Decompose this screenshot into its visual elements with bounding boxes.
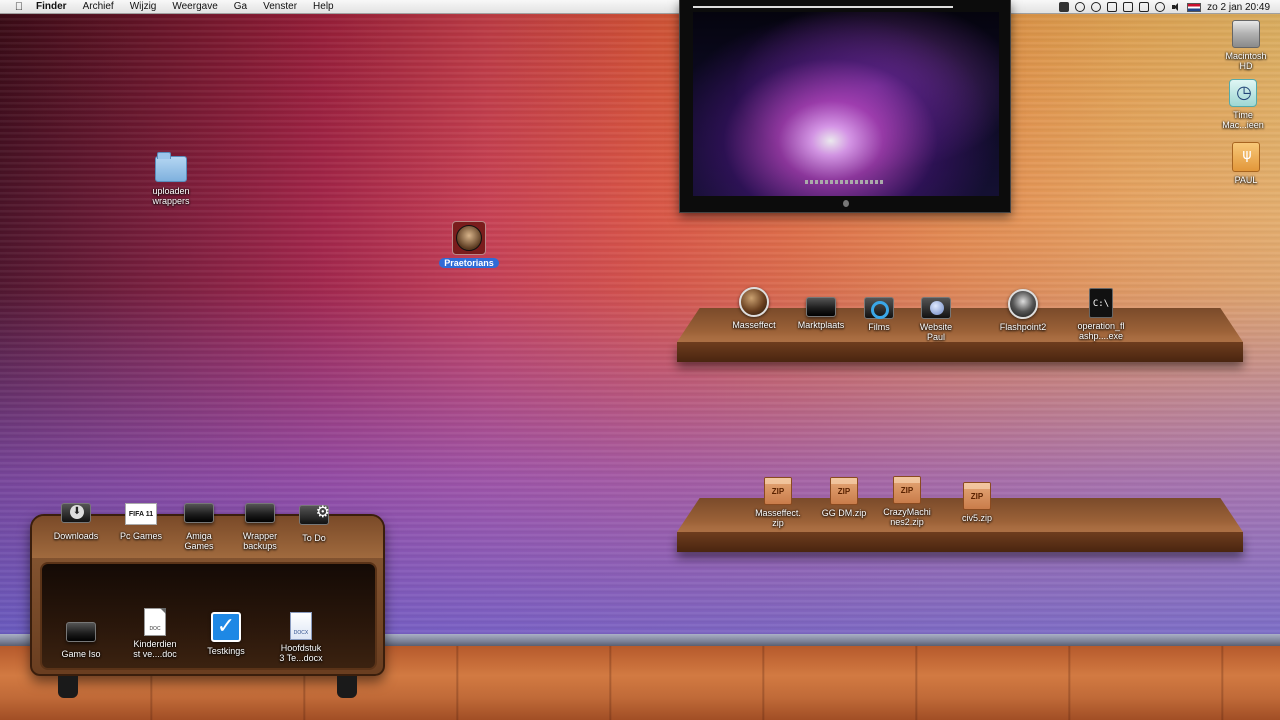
menu-bar:  Finder Archief Wijzig Weergave Ga Vens… xyxy=(0,0,1280,14)
flashpoint-app-icon xyxy=(1008,289,1038,319)
praetorians-app-icon xyxy=(452,221,486,255)
desktop-item-label: Praetorians xyxy=(439,258,499,268)
menu-venster[interactable]: Venster xyxy=(255,0,305,14)
desktop-item-label: PAUL xyxy=(1234,175,1258,185)
volume-icon[interactable] xyxy=(1171,2,1181,12)
desktop-item-time-machine[interactable]: Time Mac...ieen xyxy=(1203,79,1280,130)
cabinet-item-label: Game Iso xyxy=(61,649,101,659)
cabinet-leg xyxy=(58,676,78,698)
screen-sharing-icon[interactable] xyxy=(1059,2,1070,12)
drive-icon xyxy=(245,503,275,523)
usb-drive-icon xyxy=(1232,142,1261,172)
cabinet-item-hoofdstuk-docx[interactable]: DOCX Hoofdstuk 3 Te...docx xyxy=(261,612,341,663)
masseffect-app-icon xyxy=(739,287,769,317)
cabinet-item-label: Hoofdstuk 3 Te...docx xyxy=(279,643,323,663)
shelf-item-crazymachines2-zip[interactable]: ZIP CrazyMachi nes2.zip xyxy=(867,476,947,527)
drive-icon xyxy=(806,297,836,317)
web-icon xyxy=(921,297,951,319)
shelf-item-label: Masseffect. zip xyxy=(755,508,801,528)
shelf-item-flashpoint2[interactable]: Flashpoint2 xyxy=(983,289,1063,332)
cabinet-item-label: Amiga Games xyxy=(184,531,214,551)
wifi-icon[interactable] xyxy=(1155,2,1166,12)
shelf-item-label: Marktplaats xyxy=(797,320,845,330)
shelf-item-civ5-zip[interactable]: ZIP civ5.zip xyxy=(937,482,1017,523)
cabinet-item-game-iso[interactable]: Game Iso xyxy=(41,622,121,659)
shelf-item-label: Films xyxy=(868,322,890,332)
shelf-item-label: CrazyMachi nes2.zip xyxy=(883,507,931,527)
cabinet-item-label: Wrapper backups xyxy=(242,531,278,551)
bluetooth-icon[interactable] xyxy=(1091,2,1102,12)
fifa-game-icon: FIFA 11 xyxy=(125,503,157,525)
battery-icon[interactable] xyxy=(1139,2,1150,12)
monitor-preview xyxy=(679,0,1011,213)
time-machine-drive-icon xyxy=(1229,79,1258,107)
cabinet-item-label: Testkings xyxy=(207,646,245,656)
menu-ga[interactable]: Ga xyxy=(226,0,255,14)
desktop-item-paul[interactable]: PAUL xyxy=(1206,142,1280,185)
monitor-menubar-strip xyxy=(693,6,953,8)
shelf-item-website-paul[interactable]: Website Paul xyxy=(896,297,976,342)
menu-help[interactable]: Help xyxy=(305,0,342,14)
cabinet-item-testkings[interactable]: ✓ Testkings xyxy=(186,612,266,656)
gear-icon xyxy=(299,502,330,525)
zip-archive-icon: ZIP xyxy=(764,477,792,505)
document-icon: DOC xyxy=(144,608,166,636)
cabinet-leg xyxy=(337,676,357,698)
drive-icon xyxy=(66,622,96,642)
hard-drive-icon xyxy=(1232,20,1260,48)
exe-icon: C:\ xyxy=(1089,288,1113,318)
zip-archive-icon: ZIP xyxy=(963,482,991,510)
apple-logo-icon xyxy=(843,200,849,207)
word-document-icon: DOCX xyxy=(290,612,312,640)
menu-weergave[interactable]: Weergave xyxy=(164,0,225,14)
downloads-folder-icon xyxy=(61,503,91,523)
input-language-flag-icon[interactable] xyxy=(1187,2,1202,12)
menu-wijzig[interactable]: Wijzig xyxy=(122,0,165,14)
shelf-item-label: operation_fl ashp....exe xyxy=(1077,321,1125,341)
monitor-dock xyxy=(805,180,885,184)
time-machine-menu-icon[interactable] xyxy=(1107,2,1118,12)
shelf-item-label: Website Paul xyxy=(919,322,953,342)
cabinet-item-label: Downloads xyxy=(53,531,99,541)
shelf-item-label: civ5.zip xyxy=(961,513,992,523)
desktop-item-label: uploaden wrappers xyxy=(152,186,190,206)
cabinet-item-to-do[interactable]: To Do xyxy=(274,502,354,543)
desktop-item-label: Time Mac...ieen xyxy=(1222,110,1264,130)
monitor-screen-wallpaper xyxy=(693,12,999,196)
desktop-item-label: Macintosh HD xyxy=(1225,51,1267,71)
shelf-item-operation-flashpoint-exe[interactable]: C:\ operation_fl ashp....exe xyxy=(1061,288,1141,341)
cabinet-item-label: Pc Games xyxy=(119,531,162,541)
shelf-item-label: Flashpoint2 xyxy=(999,322,1047,332)
quicktime-icon xyxy=(864,297,894,319)
desktop-item-uploaden-wrappers[interactable]: uploaden wrappers xyxy=(131,152,211,206)
menu-finder[interactable]: Finder xyxy=(36,0,75,14)
apple-menu-icon[interactable]:  xyxy=(12,0,26,14)
menu-extras: zo 2 jan 20:49 xyxy=(1059,0,1270,14)
sync-icon[interactable] xyxy=(1075,2,1086,12)
desktop-item-praetorians[interactable]: Praetorians xyxy=(429,221,509,268)
zip-archive-icon: ZIP xyxy=(893,476,921,504)
shelf-item-label: GG DM.zip xyxy=(821,508,867,518)
shelf-item-label: Masseffect xyxy=(732,320,776,330)
checkbox-app-icon: ✓ xyxy=(211,612,241,642)
cabinet-item-kinderdienst-doc[interactable]: DOC Kinderdien st ve....doc xyxy=(115,608,195,659)
desktop-item-macintosh-hd[interactable]: Macintosh HD xyxy=(1206,20,1280,71)
cabinet-item-label: To Do xyxy=(302,533,326,543)
folder-icon xyxy=(155,152,187,182)
display-icon[interactable] xyxy=(1123,2,1134,12)
drive-icon xyxy=(184,503,214,523)
menu-archief[interactable]: Archief xyxy=(75,0,122,14)
zip-archive-icon: ZIP xyxy=(830,477,858,505)
cabinet-item-label: Kinderdien st ve....doc xyxy=(133,639,177,659)
menu-clock[interactable]: zo 2 jan 20:49 xyxy=(1207,2,1270,13)
